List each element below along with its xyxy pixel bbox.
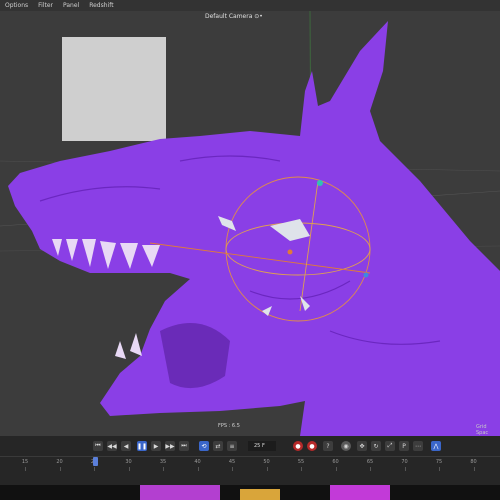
tick-mark xyxy=(473,467,475,471)
keyframe-icon[interactable]: ◉ xyxy=(341,441,351,451)
interpolation-icon[interactable]: ⋀ xyxy=(431,441,441,451)
camera-label[interactable]: Default Camera ⊙• xyxy=(205,13,263,20)
autokey-icon[interactable]: ● xyxy=(307,441,317,451)
viewport-scene xyxy=(0,11,500,436)
menu-redshift[interactable]: Redshift xyxy=(89,0,113,11)
tick-label: 35 xyxy=(159,459,167,465)
fps-readout: FPS : 6.5 xyxy=(218,423,240,429)
playhead-marker[interactable] xyxy=(93,457,98,466)
bottom-strip-graphic xyxy=(140,485,390,500)
tick-mark xyxy=(128,467,130,471)
tick-label: 60 xyxy=(332,459,339,465)
grid-spacing-label: Grid Spac xyxy=(476,424,489,436)
menu-panel[interactable]: Panel xyxy=(63,0,79,11)
pause-icon[interactable]: ❚❚ xyxy=(137,441,147,451)
tick-label: 55 xyxy=(297,459,305,465)
tick-label: 70 xyxy=(401,459,408,465)
tick-label: 50 xyxy=(263,459,270,465)
timeline-ruler[interactable]: 1520253035404550556065707580 xyxy=(0,456,500,471)
tick-label: 15 xyxy=(21,459,29,465)
move-key-icon[interactable]: ✥ xyxy=(357,441,367,451)
bottom-strip xyxy=(0,485,500,500)
previous-key-icon[interactable]: ◀◀ xyxy=(107,441,117,451)
3d-viewport[interactable]: Default Camera ⊙• FPS : 6.5 Grid Spac xyxy=(0,11,500,436)
tick-label: 75 xyxy=(435,459,443,465)
loop-icon[interactable]: ⟲ xyxy=(199,441,209,451)
tick-mark xyxy=(404,467,406,471)
key-selection-icon[interactable]: ? xyxy=(323,441,333,451)
tick-mark xyxy=(25,467,26,471)
tick-mark xyxy=(335,467,337,471)
go-to-end-icon[interactable]: ⏭ xyxy=(179,441,189,451)
gizmo-handle-y xyxy=(317,180,323,186)
tick-mark xyxy=(301,467,302,471)
tick-mark xyxy=(163,467,164,471)
tick-label: 65 xyxy=(366,459,374,465)
tick-mark xyxy=(197,467,199,471)
previous-frame-icon[interactable]: ◀ xyxy=(121,441,131,451)
preview-range-icon[interactable]: ⇄ xyxy=(213,441,223,451)
menu-filter[interactable]: Filter xyxy=(38,0,53,11)
tick-mark xyxy=(266,467,268,471)
param-key-icon[interactable]: P xyxy=(399,441,409,451)
tick-label: 30 xyxy=(125,459,132,465)
tick-label: 80 xyxy=(470,459,477,465)
tick-label: 20 xyxy=(56,459,63,465)
tick-mark xyxy=(370,467,371,471)
tick-mark xyxy=(232,467,233,471)
go-to-start-icon[interactable]: ⏮ xyxy=(93,441,103,451)
frame-input[interactable]: 25 F xyxy=(248,441,276,451)
grid-key-icon[interactable]: ⋯ xyxy=(413,441,423,451)
next-key-icon[interactable]: ▶▶ xyxy=(165,441,175,451)
gizmo-handle-z xyxy=(363,272,369,278)
play-icon[interactable]: ▶ xyxy=(151,441,161,451)
tick-mark xyxy=(94,467,95,471)
rotate-key-icon[interactable]: ↻ xyxy=(371,441,381,451)
tick-mark xyxy=(59,467,61,471)
speed-icon[interactable]: ≡ xyxy=(227,441,237,451)
record-icon[interactable]: ● xyxy=(293,441,303,451)
gizmo-center xyxy=(287,249,293,255)
plane-object xyxy=(62,37,166,141)
scale-key-icon[interactable]: ⤢ xyxy=(385,441,395,451)
tick-mark xyxy=(439,467,440,471)
menu-bar: Options Filter Panel Redshift xyxy=(0,0,500,11)
tick-label: 45 xyxy=(228,459,236,465)
menu-options[interactable]: Options xyxy=(5,0,28,11)
tick-label: 40 xyxy=(194,459,201,465)
timeline-panel: ⏮ ◀◀ ◀ ❚❚ ▶ ▶▶ ⏭ ⟲ ⇄ ≡ 25 F ● ● ? ◉ ✥ ↻ … xyxy=(0,436,500,485)
